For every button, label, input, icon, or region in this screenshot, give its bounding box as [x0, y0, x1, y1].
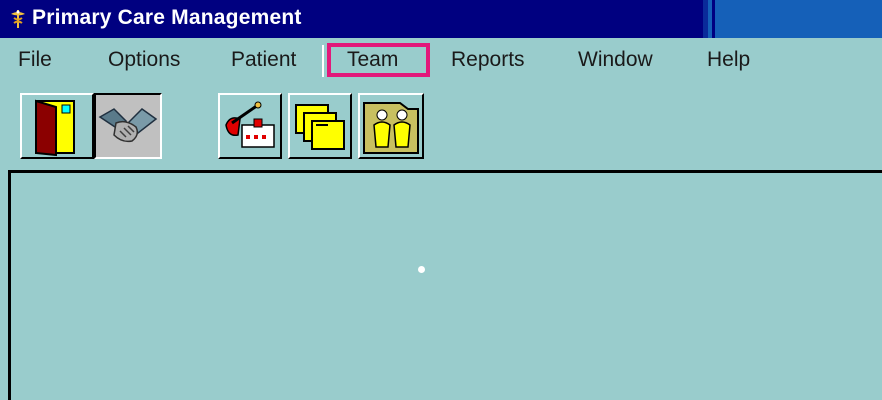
- team-members-icon: [363, 102, 419, 154]
- clinic-visit-button[interactable]: [218, 93, 282, 159]
- handshake-icon: [98, 108, 158, 143]
- title-bar[interactable]: Primary Care Management: [0, 0, 882, 38]
- menu-options[interactable]: Options: [108, 48, 180, 72]
- folders-button[interactable]: [288, 93, 352, 159]
- menu-file[interactable]: File: [18, 48, 52, 72]
- team-members-button[interactable]: [358, 93, 424, 159]
- caduceus-icon: [11, 10, 25, 28]
- menu-window[interactable]: Window: [578, 48, 653, 72]
- menu-help[interactable]: Help: [707, 48, 750, 72]
- folders-icon: [295, 104, 345, 150]
- menu-reports[interactable]: Reports: [451, 48, 525, 72]
- mdi-workspace[interactable]: [8, 170, 882, 400]
- titlebar-inactive-region: [708, 0, 882, 38]
- menu-separator: [322, 45, 324, 77]
- toolbar: [0, 88, 882, 168]
- cursor-marker: [418, 266, 425, 273]
- menu-patient[interactable]: Patient: [231, 48, 296, 72]
- menu-bar: File Options Patient Team Reports Window…: [0, 38, 882, 88]
- window-title: Primary Care Management: [32, 6, 302, 29]
- handshake-button[interactable]: [94, 93, 162, 159]
- clinic-visit-icon: [225, 101, 275, 148]
- exit-door-icon: [35, 99, 75, 157]
- exit-button[interactable]: [20, 93, 94, 159]
- titlebar-divider: [712, 0, 715, 38]
- menu-team[interactable]: Team: [347, 48, 398, 72]
